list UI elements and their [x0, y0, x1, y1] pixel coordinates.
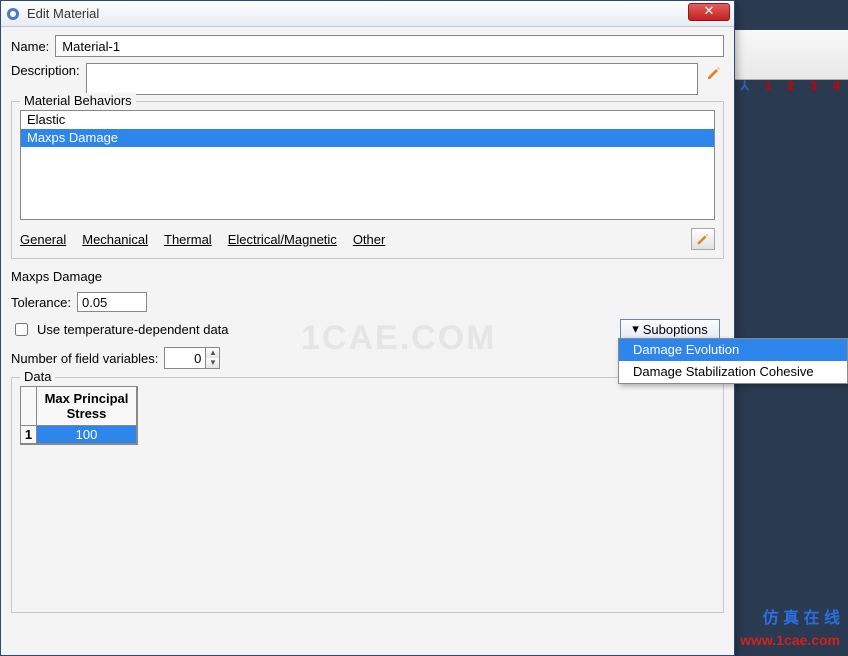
name-input[interactable] [55, 35, 724, 57]
data-fieldset: Data Max Principal Stress 1 100 [11, 377, 724, 613]
watermark-url: www.1cae.com [740, 632, 840, 648]
category-mechanical[interactable]: Mechanical [82, 232, 148, 247]
titlebar[interactable]: Edit Material ✕ [1, 1, 734, 27]
data-legend: Data [20, 369, 55, 384]
edit-description-button[interactable] [704, 63, 724, 83]
cell-value[interactable]: 100 [37, 426, 137, 444]
tolerance-input[interactable] [77, 292, 147, 312]
edit-material-dialog: Edit Material ✕ Name: Description: Mater… [0, 0, 735, 656]
data-table[interactable]: Max Principal Stress 1 100 [20, 386, 138, 445]
category-thermal[interactable]: Thermal [164, 232, 212, 247]
tolerance-label: Tolerance: [11, 295, 71, 310]
app-icon [5, 6, 21, 22]
edit-behavior-button[interactable] [691, 228, 715, 250]
behaviors-list[interactable]: Elastic Maxps Damage [20, 110, 715, 220]
behaviors-legend: Material Behaviors [20, 93, 136, 108]
viewport-numbers: 1 2 3 4 [764, 78, 846, 93]
category-other[interactable]: Other [353, 232, 386, 247]
use-temperature-checkbox[interactable] [15, 323, 28, 336]
nfv-label: Number of field variables: [11, 351, 158, 366]
close-button[interactable]: ✕ [688, 3, 730, 21]
watermark-cn: 仿 真 在 线 [763, 604, 840, 628]
menu-item-damage-stabilization[interactable]: Damage Stabilization Cohesive [619, 361, 847, 383]
nfv-input[interactable] [165, 348, 205, 368]
category-general[interactable]: General [20, 232, 66, 247]
maxps-title: Maxps Damage [11, 269, 724, 284]
row-index: 1 [21, 426, 37, 444]
name-label: Name: [11, 39, 49, 54]
nfv-spinner[interactable]: ▲ ▼ [164, 347, 220, 369]
suboptions-label: Suboptions [643, 322, 708, 337]
behavior-item[interactable]: Maxps Damage [21, 129, 714, 147]
spinner-up-icon[interactable]: ▲ [206, 348, 219, 358]
suboptions-button[interactable]: ▾ Suboptions [620, 319, 720, 339]
row-header-blank [21, 387, 37, 426]
description-label: Description: [11, 63, 80, 78]
triangle-down-icon: ▾ [632, 321, 639, 337]
suboptions-menu: Damage Evolution Damage Stabilization Co… [618, 338, 848, 384]
pencil-icon [706, 65, 722, 81]
category-electrical[interactable]: Electrical/Magnetic [228, 232, 337, 247]
material-behaviors-fieldset: Material Behaviors Elastic Maxps Damage … [11, 101, 724, 259]
table-row[interactable]: 1 100 [21, 426, 137, 444]
behavior-item[interactable]: Elastic [21, 111, 714, 129]
menu-item-damage-evolution[interactable]: Damage Evolution [619, 339, 847, 361]
axis-icon: ⅄ [741, 78, 755, 93]
spinner-down-icon[interactable]: ▼ [206, 358, 219, 368]
col-header-stress: Max Principal Stress [37, 387, 137, 426]
description-input[interactable] [86, 63, 698, 95]
pencil-icon [696, 232, 710, 246]
dialog-title: Edit Material [27, 6, 730, 21]
viewport-indicators: ⅄ 1 2 3 4 [741, 78, 846, 94]
use-temperature-label: Use temperature-dependent data [37, 322, 229, 337]
